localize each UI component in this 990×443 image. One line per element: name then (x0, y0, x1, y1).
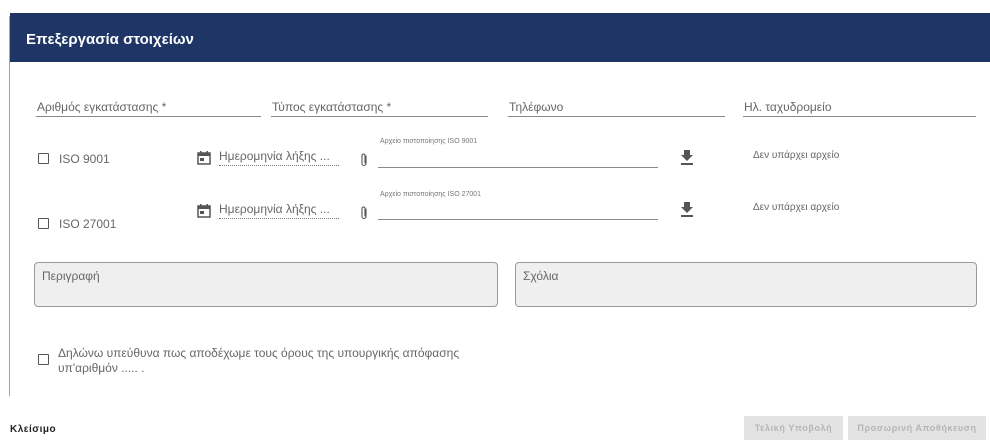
calendar-icon[interactable] (197, 204, 211, 218)
dialog-header: Επεξεργασία στοιχείων (10, 16, 990, 62)
iso27001-expiry-date-placeholder: Ημερομηνία λήξης ... (219, 202, 330, 216)
iso27001-checkbox[interactable] (38, 218, 49, 229)
temporary-save-button[interactable]: Προσωρινή Αποθήκευση (848, 416, 986, 440)
paperclip-icon[interactable] (359, 152, 369, 168)
iso27001-file-field[interactable] (378, 203, 658, 220)
installation-number-field[interactable]: Αριθμός εγκατάστασης * (36, 98, 261, 117)
iso27001-file-caption: Αρχείο πιστοποίησης ISO 27001 (380, 191, 482, 198)
iso9001-file-field[interactable] (378, 151, 658, 168)
iso9001-checkbox[interactable] (38, 153, 49, 164)
iso27001-file-status: Δεν υπάρχει αρχείο (753, 202, 840, 213)
declaration-checkbox[interactable] (38, 354, 49, 365)
iso9001-file-status: Δεν υπάρχει αρχείο (753, 150, 840, 161)
description-textarea[interactable]: Περιγραφή (34, 262, 498, 307)
comments-label: Σχόλια (523, 269, 559, 283)
iso9001-expiry-date-placeholder: Ημερομηνία λήξης ... (219, 149, 330, 163)
iso9001-label: ISO 9001 (59, 152, 110, 166)
iso27001-expiry-date-field[interactable]: Ημερομηνία λήξης ... (219, 202, 339, 219)
iso9001-file-caption: Αρχείο πιστοποίησης ISO 9001 (380, 138, 478, 145)
iso9001-expiry-date-field[interactable]: Ημερομηνία λήξης ... (219, 149, 339, 166)
phone-label: Τηλέφωνο (509, 100, 564, 114)
dialog-left-border (9, 16, 10, 396)
installation-type-field[interactable]: Τύπος εγκατάστασης * (271, 98, 488, 117)
paperclip-icon[interactable] (359, 205, 369, 221)
email-field[interactable]: Ηλ. ταχυδρομείο (743, 98, 976, 117)
description-label: Περιγραφή (42, 269, 100, 283)
installation-number-label: Αριθμός εγκατάστασης * (37, 100, 167, 114)
comments-textarea[interactable]: Σχόλια (515, 262, 977, 307)
close-button[interactable]: Κλείσιμο (10, 424, 56, 435)
declaration-text: Δηλώνω υπεύθυνα πως αποδέχωμε τους όρους… (58, 346, 460, 375)
calendar-icon[interactable] (197, 151, 211, 165)
iso27001-label: ISO 27001 (59, 217, 117, 231)
email-label: Ηλ. ταχυδρομείο (744, 100, 832, 114)
dialog-title: Επεξεργασία στοιχείων (26, 31, 194, 48)
final-submit-button[interactable]: Τελική Υποβολή (744, 416, 843, 440)
phone-field[interactable]: Τηλέφωνο (508, 98, 725, 117)
download-icon[interactable] (680, 201, 694, 217)
download-icon[interactable] (680, 149, 694, 165)
installation-type-label: Τύπος εγκατάστασης * (272, 100, 392, 114)
